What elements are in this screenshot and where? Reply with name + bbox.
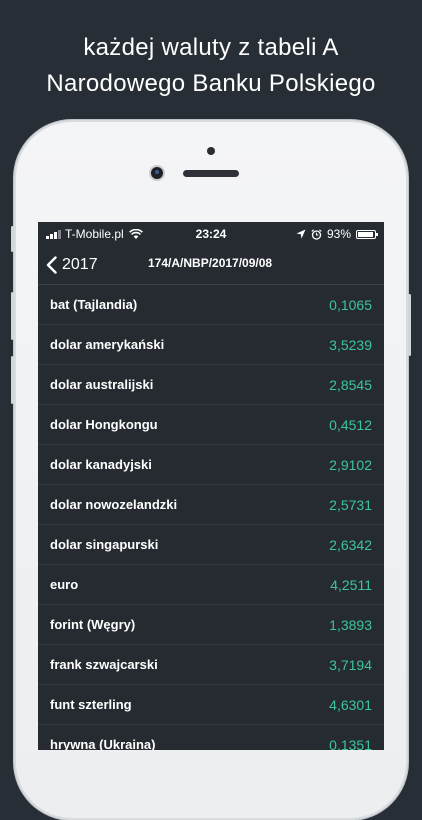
- currency-row[interactable]: dolar amerykański 3,5239: [38, 325, 384, 365]
- currency-row[interactable]: dolar singapurski 2,6342: [38, 525, 384, 565]
- currency-rate: 2,6342: [329, 537, 372, 553]
- currency-rate: 2,8545: [329, 377, 372, 393]
- phone-screen: T-Mobile.pl 23:24 93% 2017 174/A/NBP/201…: [38, 222, 384, 750]
- status-bar-right: 93%: [296, 227, 378, 241]
- currency-name: dolar nowozelandzki: [50, 497, 178, 512]
- currency-row[interactable]: forint (Węgry) 1,3893: [38, 605, 384, 645]
- currency-row[interactable]: funt szterling 4,6301: [38, 685, 384, 725]
- currency-row[interactable]: bat (Tajlandia) 0,1065: [38, 285, 384, 325]
- currency-name: forint (Węgry): [50, 617, 136, 632]
- currency-rate: 0,1065: [329, 297, 372, 313]
- front-camera: [151, 167, 163, 179]
- currency-name: bat (Tajlandia): [50, 297, 138, 312]
- currency-name: dolar singapurski: [50, 537, 159, 552]
- headline-line-1: każdej waluty z tabeli A: [83, 34, 339, 61]
- currency-name: dolar amerykański: [50, 337, 165, 352]
- phone-volume-down: [11, 356, 14, 404]
- currency-row[interactable]: dolar nowozelandzki 2,5731: [38, 485, 384, 525]
- back-button-label: 2017: [62, 256, 98, 273]
- currency-rate: 4,6301: [329, 697, 372, 713]
- chevron-left-icon: [46, 256, 57, 274]
- location-icon: [296, 229, 306, 239]
- currency-row[interactable]: euro 4,2511: [38, 565, 384, 605]
- currency-name: dolar Hongkongu: [50, 417, 158, 432]
- phone-volume-up: [11, 292, 14, 340]
- currency-rate: 0,4512: [329, 417, 372, 433]
- currency-rate: 3,5239: [329, 337, 372, 353]
- battery-icon: [356, 229, 378, 239]
- currency-row[interactable]: dolar Hongkongu 0,4512: [38, 405, 384, 445]
- status-bar: T-Mobile.pl 23:24 93%: [38, 222, 384, 246]
- currency-rate: 1,3893: [329, 617, 372, 633]
- currency-list: bat (Tajlandia) 0,1065 dolar amerykański 3…: [38, 285, 384, 750]
- phone-mute-switch: [11, 226, 14, 252]
- currency-name: euro: [50, 577, 79, 592]
- currency-rate: 0,1351: [329, 737, 372, 750]
- currency-rate: 3,7194: [329, 657, 372, 673]
- currency-name: dolar australijski: [50, 377, 154, 392]
- currency-row[interactable]: hrywna (Ukraina) 0,1351: [38, 725, 384, 750]
- earpiece-speaker: [183, 170, 239, 177]
- nav-bar: 2017 174/A/NBP/2017/09/08: [38, 246, 384, 285]
- currency-name: dolar kanadyjski: [50, 457, 152, 472]
- currency-rate: 2,5731: [329, 497, 372, 513]
- currency-rate: 4,2511: [330, 577, 372, 593]
- currency-rate: 2,9102: [329, 457, 372, 473]
- back-button[interactable]: 2017: [46, 252, 98, 278]
- alarm-icon: [311, 228, 322, 240]
- currency-name: hrywna (Ukraina): [50, 737, 156, 750]
- currency-row[interactable]: frank szwajcarski 3,7194: [38, 645, 384, 685]
- headline: każdej waluty z tabeli A Narodowego Bank…: [0, 30, 422, 102]
- table-number-title: 174/A/NBP/2017/09/08: [148, 256, 273, 270]
- currency-row[interactable]: dolar australijski 2,8545: [38, 365, 384, 405]
- currency-row[interactable]: dolar kanadyjski 2,9102: [38, 445, 384, 485]
- phone-power-button: [408, 294, 411, 356]
- battery-percent: 93%: [326, 227, 351, 241]
- headline-line-2: Narodowego Banku Polskiego: [46, 70, 376, 97]
- currency-name: frank szwajcarski: [50, 657, 158, 672]
- currency-name: funt szterling: [50, 697, 132, 712]
- proximity-sensor: [207, 147, 215, 155]
